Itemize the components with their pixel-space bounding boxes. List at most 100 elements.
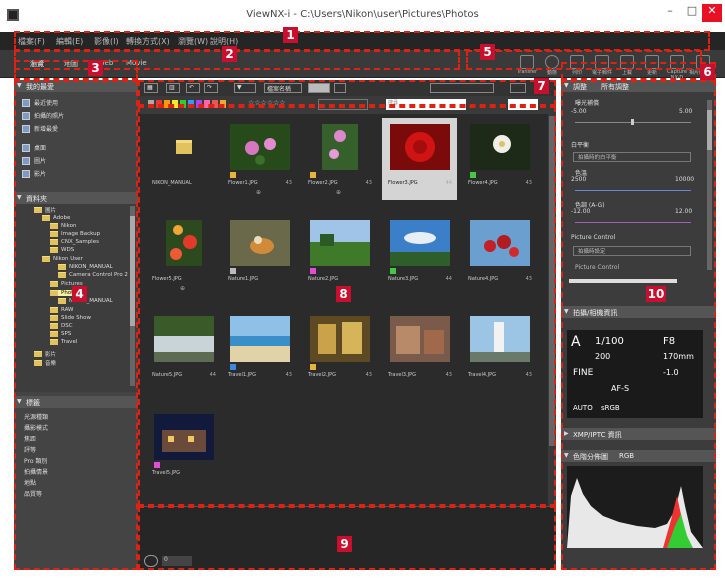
tree-node[interactable]: WDS	[50, 247, 74, 253]
shooting-info-header[interactable]: ▼ 拍攝/相機資訊	[561, 306, 716, 318]
label-blue[interactable]	[188, 100, 194, 108]
upload-icon[interactable]	[620, 55, 634, 69]
tab-map[interactable]: 地圖	[64, 59, 78, 69]
photo-thumbnail[interactable]: Flower1.JPG 43 ⊕	[222, 118, 297, 200]
tree-node[interactable]: 圖片	[34, 206, 56, 214]
zoom-slider[interactable]	[430, 83, 494, 93]
filter-button[interactable]: ▼	[234, 83, 256, 93]
label-pink[interactable]	[204, 100, 210, 108]
keyword-item[interactable]: Pro 類別	[14, 455, 138, 466]
photo-thumbnail[interactable]: Travel5.JPG	[146, 408, 221, 490]
sort-select[interactable]: 檔案名稱	[264, 83, 302, 93]
adjust-scrollbar[interactable]	[707, 100, 712, 270]
label-red[interactable]	[156, 100, 162, 108]
photo-thumbnail[interactable]: Nature2.JPG	[302, 214, 377, 296]
update-icon[interactable]	[645, 55, 659, 69]
xmp-header[interactable]: ▶ XMP/IPTC 資訊	[561, 428, 716, 440]
tab-browse[interactable]: 瀏覽	[30, 59, 44, 69]
photo-thumbnail[interactable]: Travel1.JPG 43	[222, 310, 297, 392]
adjust-header[interactable]: ▼ 調整 所有調整	[561, 80, 716, 92]
label-amber[interactable]	[220, 100, 226, 108]
menu-file[interactable]: 檔案(F)	[18, 36, 45, 47]
label-red2[interactable]	[212, 100, 218, 108]
keyword-item[interactable]: 攝影模式	[14, 422, 138, 433]
rating-select[interactable]	[318, 99, 368, 110]
quick-link-recent[interactable]: 最近使用	[14, 96, 138, 109]
tree-node[interactable]: Camera Control Pro 2	[58, 272, 128, 278]
rotate-right-icon[interactable]: ↷	[204, 83, 218, 93]
tree-node[interactable]: NIKON_MANUAL	[58, 264, 113, 270]
photo-thumbnail[interactable]: Travel2.JPG 43	[302, 310, 377, 392]
print-icon[interactable]	[570, 55, 584, 69]
transfer-icon[interactable]	[520, 55, 534, 69]
tree-node[interactable]: Nikon User	[42, 256, 83, 262]
wb-select[interactable]: 拍攝時的白平衡	[573, 152, 691, 162]
tree-scrollbar[interactable]	[130, 206, 135, 386]
capture-nx-d-icon[interactable]	[670, 55, 684, 69]
photo-thumbnail-selected[interactable]: Flower3.JPG 44	[382, 118, 457, 200]
picture-control-select[interactable]: 拍攝時設定	[573, 246, 691, 256]
rating-filter-icon[interactable]: ☆☆☆☆☆☆	[248, 99, 286, 107]
menu-edit[interactable]: 編輯(E)	[56, 36, 83, 47]
tree-node[interactable]: SPS	[50, 331, 71, 337]
search-button[interactable]	[508, 99, 538, 110]
tint-slider[interactable]	[575, 222, 691, 223]
tree-node[interactable]: Image Backup	[50, 231, 100, 237]
menu-image[interactable]: 影像(I)	[94, 36, 119, 47]
tree-node[interactable]: Slide Show	[50, 315, 91, 321]
photo-thumbnail[interactable]: Travel3.JPG 43	[382, 310, 457, 392]
tree-node[interactable]: 音樂	[34, 359, 56, 367]
keyword-item[interactable]: 地點	[14, 477, 138, 488]
view-mode-button[interactable]: ▦	[144, 83, 158, 93]
tree-node[interactable]: CNX_Samples	[50, 239, 99, 245]
panel-layout-icon[interactable]	[510, 83, 526, 93]
keywords-header[interactable]: ▼ 標籤	[14, 396, 138, 408]
maximize-button[interactable]: □	[682, 4, 702, 22]
folder-thumbnail[interactable]: NIKON_MANUAL	[146, 118, 221, 200]
rotate-left-icon[interactable]: ↶	[186, 83, 200, 93]
quick-link-add[interactable]: 新增最愛	[14, 122, 138, 135]
photo-thumbnail[interactable]: Travel4.JPG 43	[462, 310, 537, 392]
photo-thumbnail[interactable]: Flower5.JPG ⊕	[146, 214, 221, 296]
label-green[interactable]	[180, 100, 186, 108]
minimize-button[interactable]: –	[660, 4, 680, 22]
tab-movie[interactable]: Movie	[126, 59, 147, 67]
tree-node[interactable]: Nikon	[50, 223, 76, 229]
hscroll[interactable]	[569, 279, 677, 283]
email-icon[interactable]	[595, 55, 609, 69]
label-none[interactable]	[148, 100, 154, 108]
tree-node[interactable]: RAW	[50, 307, 74, 313]
grid-scrollbar[interactable]	[548, 114, 556, 506]
photo-thumbnail[interactable]: Flower4.JPG 43	[462, 118, 537, 200]
quick-item-pictures[interactable]: 圖片	[14, 154, 138, 167]
histogram-header[interactable]: ▼ 色階分佈圖 RGB	[561, 450, 716, 462]
keyword-item[interactable]: 光源種類	[14, 411, 138, 422]
search-input[interactable]: 搜尋	[386, 99, 466, 110]
motion-icon[interactable]	[545, 55, 559, 69]
quick-link-photos[interactable]: 拍攝的照片	[14, 109, 138, 122]
photo-thumbnail[interactable]: Nature5.JPG 44	[146, 310, 221, 392]
temperature-slider[interactable]	[575, 190, 691, 191]
keyword-item[interactable]: 焦距	[14, 433, 138, 444]
tree-node[interactable]: DSC	[50, 323, 73, 329]
label-orange[interactable]	[164, 100, 170, 108]
quick-item-desktop[interactable]: 桌面	[14, 141, 138, 154]
tree-node[interactable]: 影片	[34, 350, 56, 358]
grid-size-button[interactable]: ▥	[166, 83, 180, 93]
keyword-item[interactable]: 評等	[14, 444, 138, 455]
menu-view[interactable]: 瀏覽(W)	[178, 36, 208, 47]
label-purple[interactable]	[196, 100, 202, 108]
folders-header[interactable]: ▼ 資料夾	[14, 192, 138, 204]
favorites-header[interactable]: ▼ 我的最愛	[14, 80, 138, 92]
photo-thumbnail[interactable]: Nature4.JPG 43	[462, 214, 537, 296]
tree-node[interactable]: Adobe	[42, 215, 70, 221]
label-yellow[interactable]	[172, 100, 178, 108]
menu-convert[interactable]: 轉換方式(X)	[126, 36, 170, 47]
keyword-item[interactable]: 拍攝情景	[14, 466, 138, 477]
close-button[interactable]: ✕	[702, 4, 722, 22]
tree-node[interactable]: Travel	[50, 339, 77, 345]
view-toggle[interactable]	[308, 83, 330, 93]
slider-knob[interactable]	[631, 119, 634, 125]
photo-thumbnail[interactable]: Flower2.JPG 43 ⊕	[302, 118, 377, 200]
photo-thumbnail[interactable]: Nature3.JPG 44	[382, 214, 457, 296]
